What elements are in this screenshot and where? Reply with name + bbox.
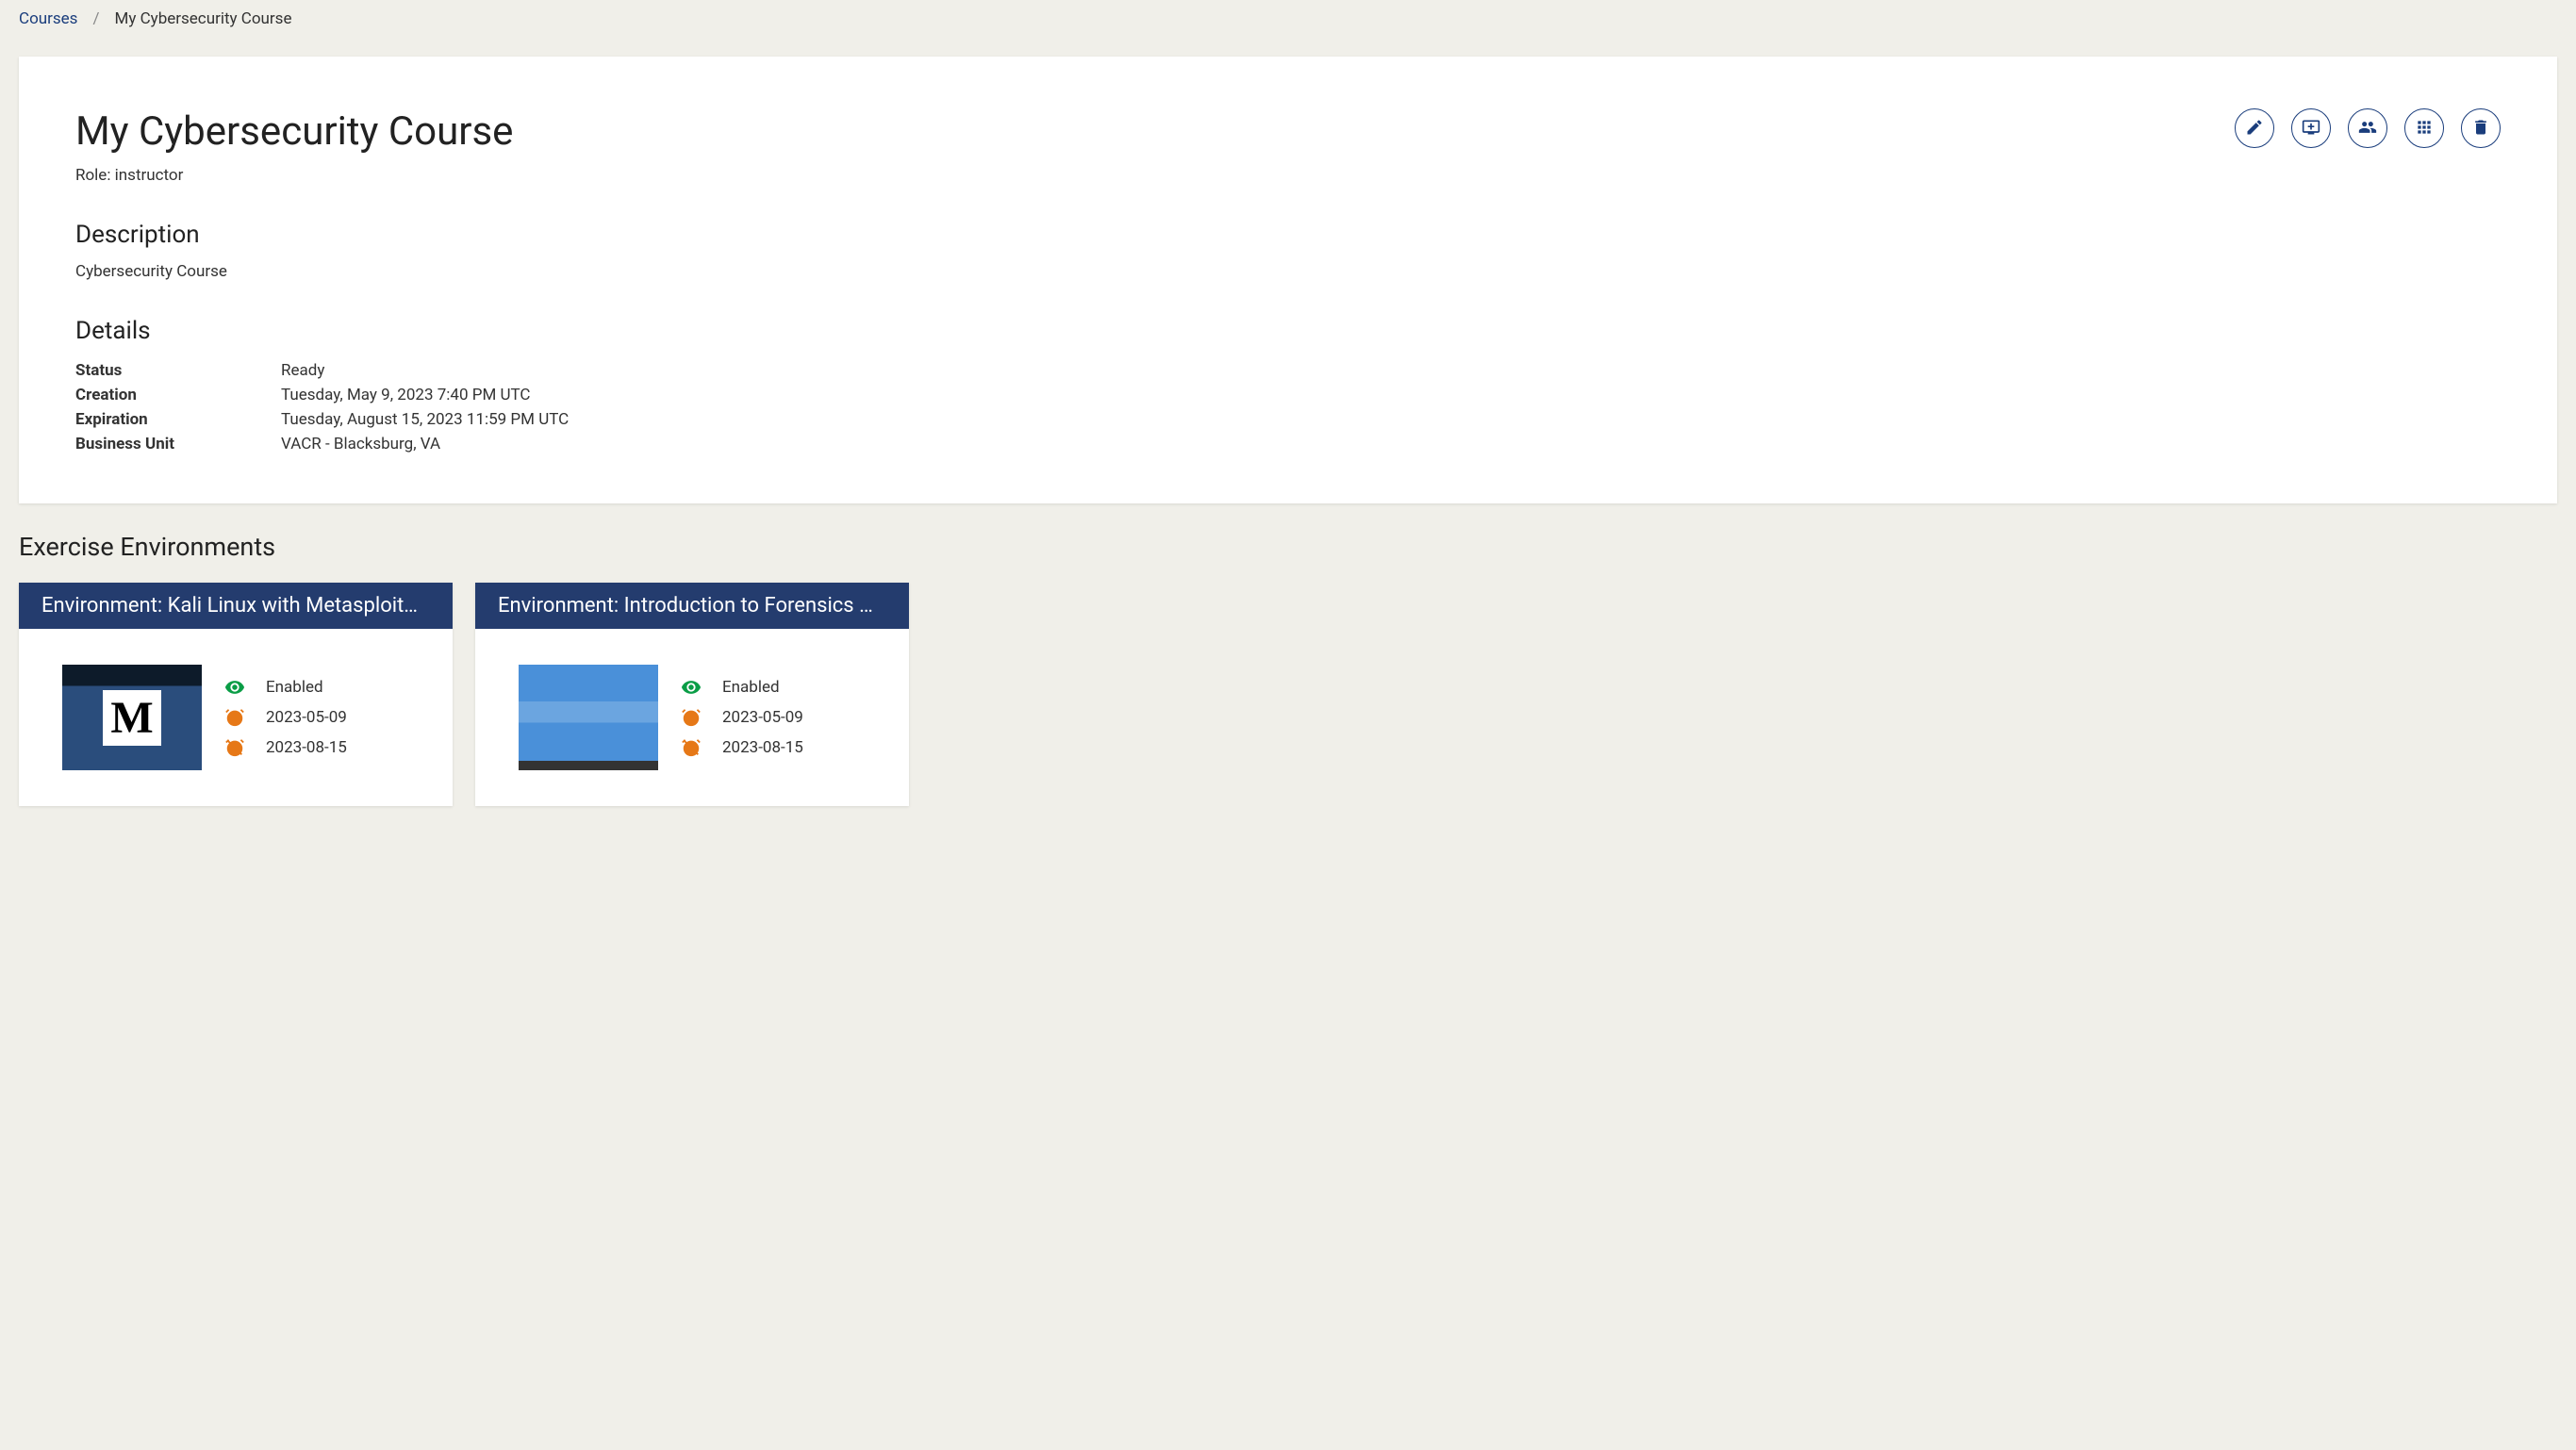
eye-icon <box>224 677 245 698</box>
environment-thumbnail <box>62 665 202 770</box>
details-row-status: Status Ready <box>75 358 2501 383</box>
details-value: VACR - Blacksburg, VA <box>281 435 440 453</box>
delete-button[interactable] <box>2461 108 2501 148</box>
environment-card[interactable]: Environment: Introduction to Forensics …… <box>475 583 909 806</box>
environment-start-date: 2023-05-09 <box>266 708 347 727</box>
environment-info: Enabled 2023-05-09 2023-08-15 <box>681 677 803 758</box>
add-to-screen-icon <box>2302 118 2320 140</box>
trash-icon <box>2471 118 2490 140</box>
course-title: My Cybersecurity Course <box>75 108 513 155</box>
apps-button[interactable] <box>2404 108 2444 148</box>
details-row-business-unit: Business Unit VACR - Blacksburg, VA <box>75 432 2501 456</box>
roster-button[interactable] <box>2348 108 2387 148</box>
alarm-off-icon <box>224 737 245 758</box>
environments-heading: Exercise Environments <box>19 532 2557 562</box>
course-title-block: My Cybersecurity Course Role: instructor <box>75 108 513 185</box>
environment-status: Enabled <box>722 678 780 697</box>
environment-status: Enabled <box>266 678 323 697</box>
course-header-row: My Cybersecurity Course Role: instructor <box>75 108 2501 185</box>
grid-icon <box>2415 118 2434 140</box>
course-actions <box>2235 108 2501 148</box>
environment-status-row: Enabled <box>224 677 347 698</box>
details-value: Ready <box>281 361 324 380</box>
environment-start-date: 2023-05-09 <box>722 708 803 727</box>
breadcrumb-courses-link[interactable]: Courses <box>19 9 77 28</box>
details-row-expiration: Expiration Tuesday, August 15, 2023 11:5… <box>75 407 2501 432</box>
description-text: Cybersecurity Course <box>75 262 2501 281</box>
alarm-off-icon <box>681 737 702 758</box>
alarm-icon <box>681 707 702 728</box>
breadcrumb-current: My Cybersecurity Course <box>114 9 291 28</box>
breadcrumb-separator: / <box>92 9 99 28</box>
environment-card-title: Environment: Introduction to Forensics … <box>475 583 909 629</box>
details-label: Business Unit <box>75 435 281 453</box>
environment-info: Enabled 2023-05-09 2023-08-15 <box>224 677 347 758</box>
environment-cards: Environment: Kali Linux with Metasploit…… <box>0 583 2576 844</box>
details-label: Status <box>75 361 281 380</box>
environment-card-body: Enabled 2023-05-09 2023-08-15 <box>19 629 453 806</box>
details-value: Tuesday, May 9, 2023 7:40 PM UTC <box>281 386 531 404</box>
environment-end-date: 2023-08-15 <box>266 738 347 757</box>
environment-status-row: Enabled <box>681 677 803 698</box>
environment-end-row: 2023-08-15 <box>681 737 803 758</box>
environment-start-row: 2023-05-09 <box>681 707 803 728</box>
environment-card-title: Environment: Kali Linux with Metasploit… <box>19 583 453 629</box>
description-heading: Description <box>75 221 2501 249</box>
details-table: Status Ready Creation Tuesday, May 9, 20… <box>75 358 2501 456</box>
environment-end-date: 2023-08-15 <box>722 738 803 757</box>
eye-icon <box>681 677 702 698</box>
pencil-icon <box>2245 118 2264 140</box>
environment-thumbnail <box>519 665 658 770</box>
course-role: Role: instructor <box>75 166 513 185</box>
environment-card-body: Enabled 2023-05-09 2023-08-15 <box>475 629 909 806</box>
environment-end-row: 2023-08-15 <box>224 737 347 758</box>
edit-button[interactable] <box>2235 108 2274 148</box>
course-card: My Cybersecurity Course Role: instructor <box>19 57 2557 503</box>
details-heading: Details <box>75 317 2501 345</box>
alarm-icon <box>224 707 245 728</box>
details-label: Creation <box>75 386 281 404</box>
details-value: Tuesday, August 15, 2023 11:59 PM UTC <box>281 410 569 429</box>
add-to-queue-button[interactable] <box>2291 108 2331 148</box>
breadcrumb: Courses / My Cybersecurity Course <box>0 0 2576 38</box>
environment-start-row: 2023-05-09 <box>224 707 347 728</box>
people-icon <box>2358 118 2377 140</box>
details-label: Expiration <box>75 410 281 429</box>
details-row-creation: Creation Tuesday, May 9, 2023 7:40 PM UT… <box>75 383 2501 407</box>
environment-card[interactable]: Environment: Kali Linux with Metasploit…… <box>19 583 453 806</box>
